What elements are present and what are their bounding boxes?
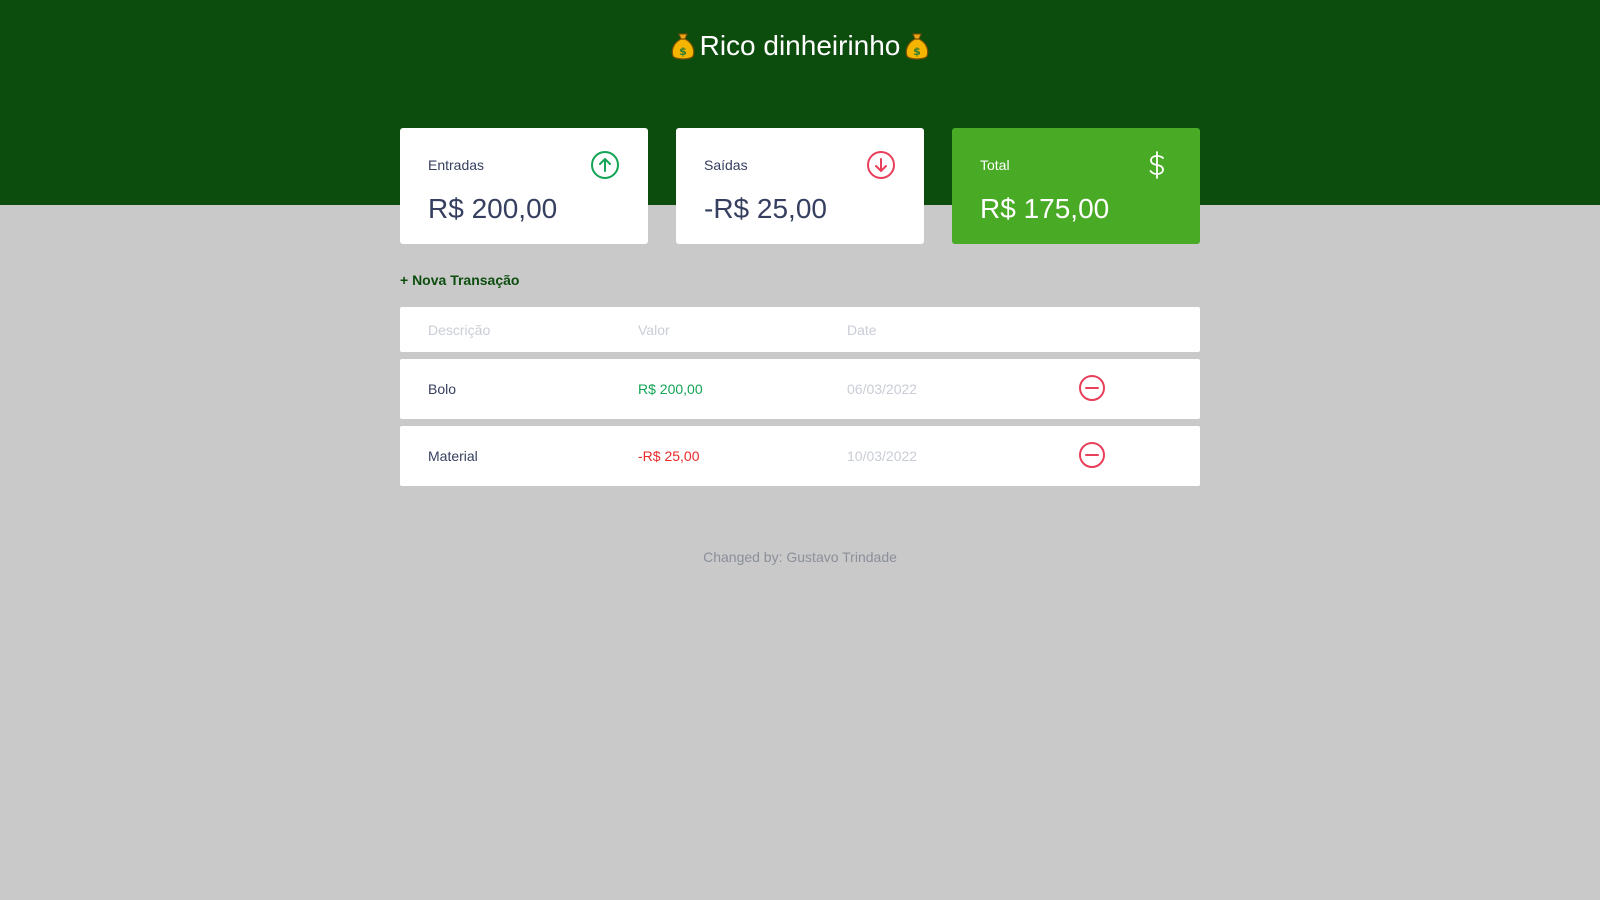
expense-card-value: -R$ 25,00 bbox=[704, 193, 827, 224]
column-header-description: Descrição bbox=[428, 321, 491, 338]
svg-text:$: $ bbox=[914, 45, 922, 58]
column-header-value: Valor bbox=[638, 321, 670, 338]
money-bag-icon: $ bbox=[670, 31, 696, 61]
transaction-date: 06/03/2022 bbox=[847, 381, 918, 397]
total-card: Total R$ 175,00 bbox=[952, 128, 1200, 244]
arrow-up-circle-icon bbox=[591, 151, 619, 179]
transaction-description: Material bbox=[428, 448, 478, 464]
svg-text:$: $ bbox=[679, 45, 687, 58]
table-row: Material -R$ 25,00 10/03/2022 bbox=[400, 426, 1200, 486]
transaction-amount: R$ 200,00 bbox=[638, 381, 703, 397]
income-card-value: R$ 200,00 bbox=[428, 193, 558, 224]
transactions-table: Descrição Valor Date Bolo R$ 200,00 06/0… bbox=[400, 307, 1200, 493]
column-header-date: Date bbox=[847, 321, 877, 338]
footer-credit: Changed by: Gustavo Trindade bbox=[703, 549, 897, 565]
app-title-text: Rico dinheirinho bbox=[699, 30, 901, 61]
remove-transaction-button[interactable] bbox=[1078, 374, 1106, 402]
table-header-row: Descrição Valor Date bbox=[400, 307, 1200, 352]
income-card: Entradas R$ 200,00 bbox=[400, 128, 648, 244]
transaction-amount: -R$ 25,00 bbox=[638, 448, 700, 464]
app-title: $ Rico dinheirinho $ bbox=[0, 30, 1600, 62]
transaction-description: Bolo bbox=[428, 381, 457, 397]
expense-card: Saídas -R$ 25,00 bbox=[676, 128, 924, 244]
table-row: Bolo R$ 200,00 06/03/2022 bbox=[400, 359, 1200, 419]
remove-transaction-button[interactable] bbox=[1078, 441, 1106, 469]
summary-cards: Entradas R$ 200,00 Saídas -R$ 25,00 Tota… bbox=[400, 128, 1200, 244]
total-card-value: R$ 175,00 bbox=[980, 193, 1110, 224]
transaction-date: 10/03/2022 bbox=[847, 448, 918, 464]
money-bag-icon: $ bbox=[904, 31, 930, 61]
arrow-down-circle-icon bbox=[867, 151, 895, 179]
dollar-sign-icon bbox=[1149, 151, 1164, 179]
new-transaction-link[interactable]: + Nova Transação bbox=[400, 272, 519, 288]
